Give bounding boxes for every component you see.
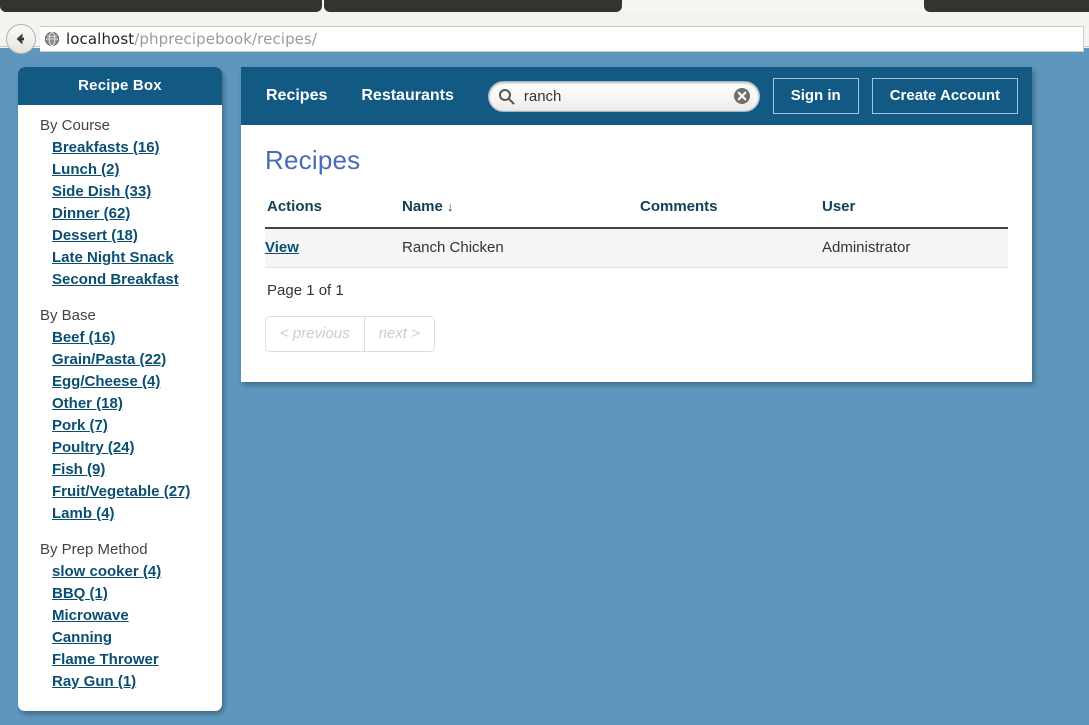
next-page-button[interactable]: next > <box>363 317 434 351</box>
sidebar-item-grain-pasta[interactable]: Grain/Pasta (22) <box>18 349 222 371</box>
column-header-comments[interactable]: Comments <box>640 198 822 229</box>
search-icon <box>498 88 515 104</box>
previous-page-button[interactable]: < previous <box>266 317 364 351</box>
nav-tab-recipes[interactable]: Recipes <box>254 87 339 105</box>
sidebar-group-by-prep-method: By Prep Method slow cooker (4) BBQ (1) M… <box>18 539 222 693</box>
column-header-actions[interactable]: Actions <box>265 198 402 229</box>
view-link[interactable]: View <box>265 239 299 256</box>
sidebar-item-side-dish[interactable]: Side Dish (33) <box>18 181 222 203</box>
page-title: Recipes <box>265 145 361 175</box>
sidebar-group-label: By Prep Method <box>40 541 148 558</box>
browser-tab[interactable] <box>924 0 1089 12</box>
cell-name: Ranch Chicken <box>402 228 640 268</box>
app-topbar: Recipes Restaurants Sign in Create Accou… <box>241 67 1032 125</box>
sidebar-title: Recipe Box <box>18 67 222 105</box>
sidebar-item-bbq[interactable]: BBQ (1) <box>18 583 222 605</box>
main-content: Recipes Actions Name ↓ Comments User View <box>241 125 1032 382</box>
page-info: Page 1 of 1 <box>267 282 344 299</box>
sidebar-item-dinner[interactable]: Dinner (62) <box>18 203 222 225</box>
column-header-name[interactable]: Name ↓ <box>402 198 640 229</box>
sidebar-item-breakfasts[interactable]: Breakfasts (16) <box>18 137 222 159</box>
clear-circle-icon[interactable] <box>733 87 751 105</box>
search-box[interactable] <box>487 80 760 112</box>
sidebar-item-fruit-vegetable[interactable]: Fruit/Vegetable (27) <box>18 481 222 503</box>
sort-descending-icon: ↓ <box>446 199 454 214</box>
table-row: View Ranch Chicken Administrator <box>265 228 1008 268</box>
sidebar-item-lamb[interactable]: Lamb (4) <box>18 503 222 525</box>
sidebar-item-dessert[interactable]: Dessert (18) <box>18 225 222 247</box>
url-host: localhost <box>66 30 135 48</box>
sidebar-group-label: By Base <box>40 307 96 324</box>
sidebar-item-lunch[interactable]: Lunch (2) <box>18 159 222 181</box>
sidebar-item-egg-cheese[interactable]: Egg/Cheese (4) <box>18 371 222 393</box>
page-body: Recipe Box By Course Breakfasts (16) Lun… <box>0 48 1089 725</box>
table-header-row: Actions Name ↓ Comments User <box>265 198 1008 229</box>
browser-tabstrip <box>0 0 1089 12</box>
url-text: localhost/phprecipebook/recipes/ <box>66 30 317 48</box>
back-arrow-icon[interactable] <box>6 24 36 54</box>
browser-chrome: localhost/phprecipebook/recipes/ <box>0 0 1089 54</box>
url-input[interactable]: localhost/phprecipebook/recipes/ <box>40 26 1084 52</box>
sidebar-item-beef[interactable]: Beef (16) <box>18 327 222 349</box>
url-path: /phprecipebook/recipes/ <box>134 30 318 48</box>
browser-tab[interactable] <box>0 0 322 12</box>
column-header-user[interactable]: User <box>822 198 1008 229</box>
sidebar-item-microwave[interactable]: Microwave <box>18 605 222 627</box>
sidebar-item-canning[interactable]: Canning <box>18 627 222 649</box>
sidebar-nav: By Course Breakfasts (16) Lunch (2) Side… <box>18 105 222 711</box>
sidebar-item-second-breakfast[interactable]: Second Breakfast <box>18 269 222 291</box>
search-input[interactable] <box>521 86 716 106</box>
sidebar-recipe-box: Recipe Box By Course Breakfasts (16) Lun… <box>18 67 222 711</box>
sidebar-item-slow-cooker[interactable]: slow cooker (4) <box>18 561 222 583</box>
create-account-button[interactable]: Create Account <box>871 78 1018 114</box>
sidebar-item-ray-gun[interactable]: Ray Gun (1) <box>18 671 222 693</box>
sidebar-item-late-night-snack[interactable]: Late Night Snack <box>18 247 222 269</box>
cell-actions: View <box>265 228 402 268</box>
sidebar-item-flame-thrower[interactable]: Flame Thrower <box>18 649 222 671</box>
auth-buttons: Sign in Create Account <box>760 78 1018 114</box>
cell-comments <box>640 228 822 268</box>
column-header-name-label: Name <box>402 198 443 215</box>
sidebar-group-label: By Course <box>40 117 111 134</box>
main-panel: Recipes Restaurants Sign in Create Accou… <box>241 67 1032 382</box>
sidebar-group-by-course: By Course Breakfasts (16) Lunch (2) Side… <box>18 115 222 291</box>
browser-tab-active[interactable] <box>624 0 919 12</box>
globe-icon <box>44 31 60 47</box>
nav-tab-restaurants[interactable]: Restaurants <box>349 87 465 105</box>
browser-tab[interactable] <box>324 0 622 12</box>
recipes-table: Actions Name ↓ Comments User View Ranch C… <box>265 198 1008 268</box>
sidebar-item-poultry[interactable]: Poultry (24) <box>18 437 222 459</box>
sign-in-button[interactable]: Sign in <box>772 78 859 114</box>
browser-urlbar-row: localhost/phprecipebook/recipes/ <box>0 12 1089 54</box>
sidebar-item-pork[interactable]: Pork (7) <box>18 415 222 437</box>
sidebar-group-by-base: By Base Beef (16) Grain/Pasta (22) Egg/C… <box>18 305 222 525</box>
sidebar-item-other[interactable]: Other (18) <box>18 393 222 415</box>
pagination: < previous next > <box>265 316 435 352</box>
cell-user: Administrator <box>822 228 1008 268</box>
sidebar-item-fish[interactable]: Fish (9) <box>18 459 222 481</box>
